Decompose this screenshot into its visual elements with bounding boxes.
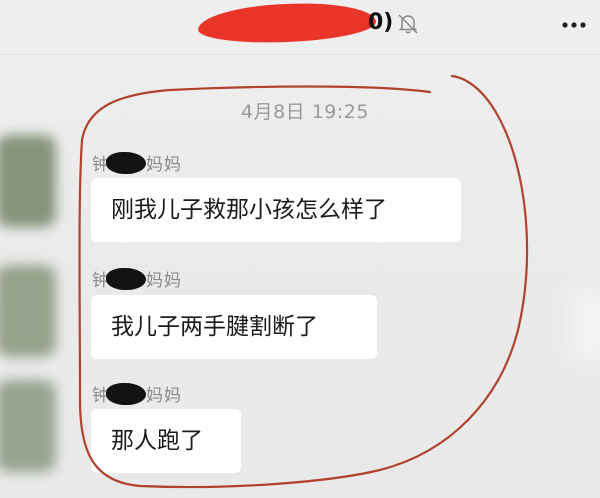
sender-avatar[interactable] (0, 380, 56, 472)
message-timestamp: 4月8日 19:25 (241, 101, 369, 123)
sender-avatar[interactable] (0, 265, 56, 357)
sender-avatar[interactable] (0, 135, 56, 227)
sender-name: 钟妈妈 (92, 150, 182, 176)
sender-name: 钟妈妈 (92, 381, 182, 407)
title-redaction (197, 0, 377, 46)
name-redaction (106, 268, 146, 290)
message-bubble[interactable]: 刚我儿子救那小孩怎么样了 (91, 178, 461, 242)
name-redaction (106, 383, 146, 405)
sender-name: 钟妈妈 (92, 266, 182, 292)
sender-name-suffix: 妈妈 (146, 155, 182, 175)
bell-muted-icon (398, 14, 418, 34)
message-bubble[interactable]: 我儿子两手腱割断了 (91, 295, 377, 359)
chat-title-suffix: 0) (368, 10, 394, 35)
sender-name-suffix: 妈妈 (146, 386, 182, 406)
chat-screen: 0) 4月8日 19:25 钟妈妈 刚我儿子救那小孩怎么样了 钟妈妈 我儿子两手… (0, 0, 600, 498)
message-bubble[interactable]: 那人跑了 (91, 409, 241, 473)
name-redaction (106, 152, 146, 174)
sender-name-suffix: 妈妈 (146, 271, 182, 291)
hand-drawn-circle-annotation (78, 74, 529, 489)
blur-smudge (570, 290, 600, 360)
more-options-button[interactable] (560, 12, 588, 38)
chat-header: 0) (0, 0, 600, 55)
